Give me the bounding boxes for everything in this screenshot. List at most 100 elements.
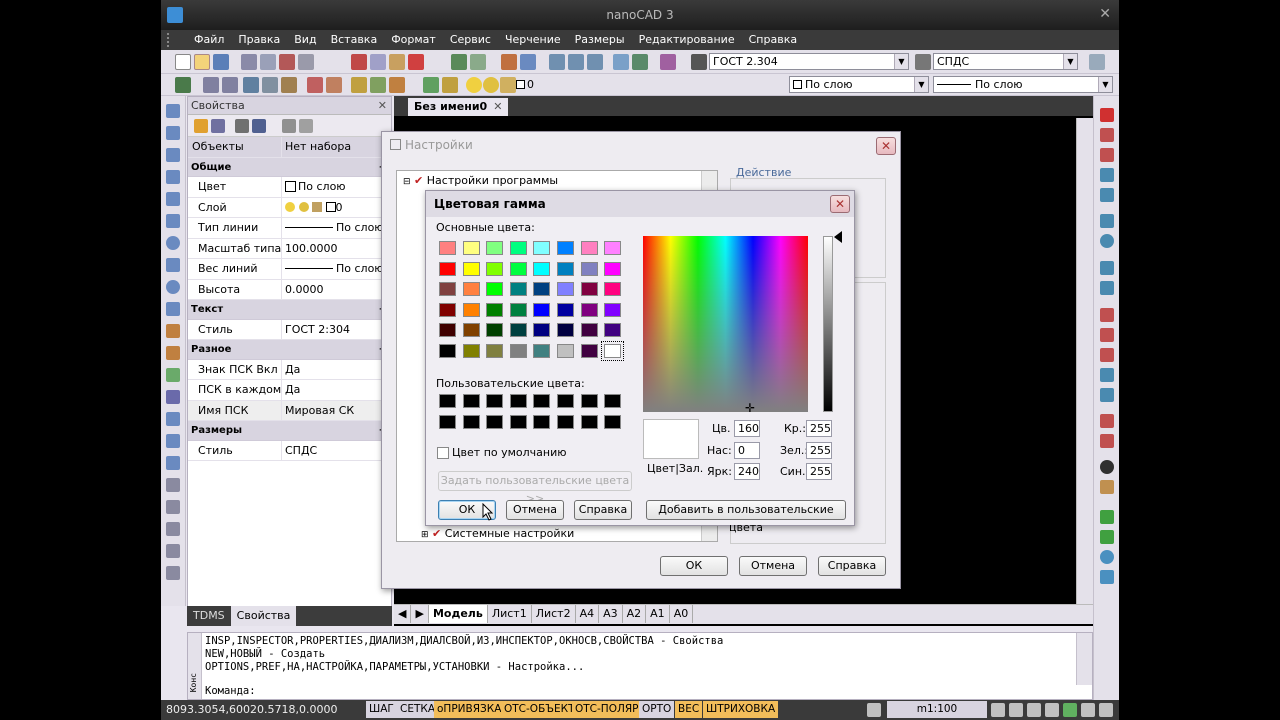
basic-color-swatch[interactable] bbox=[439, 282, 456, 297]
basic-color-swatch[interactable] bbox=[462, 302, 480, 317]
zoom-previous-icon[interactable] bbox=[587, 54, 603, 70]
scroll-right-icon[interactable]: ▶ bbox=[411, 605, 429, 623]
basic-color-swatch[interactable] bbox=[604, 241, 622, 255]
cut-icon[interactable] bbox=[351, 54, 367, 70]
menu-service[interactable]: Сервис bbox=[443, 30, 498, 50]
settings-close-button[interactable]: ✕ bbox=[876, 137, 896, 155]
basic-color-swatch[interactable] bbox=[533, 302, 551, 317]
objects-value[interactable]: Нет набора bbox=[282, 137, 391, 157]
eraser-icon[interactable] bbox=[660, 54, 676, 70]
erase-tool-icon[interactable] bbox=[1100, 108, 1114, 122]
default-color-checkbox[interactable] bbox=[437, 447, 449, 459]
break-tool-icon[interactable] bbox=[1100, 348, 1114, 362]
red-input[interactable]: 255 bbox=[806, 420, 832, 437]
property-value[interactable]: 0.0000 bbox=[282, 280, 391, 300]
ole-tool-icon[interactable] bbox=[166, 522, 180, 536]
sat-input[interactable]: 0 bbox=[734, 442, 760, 459]
property-value[interactable]: ГОСТ 2:304 bbox=[282, 320, 391, 340]
property-row[interactable]: ПСК в каждом ...Да bbox=[188, 380, 391, 401]
chamfer-tool-icon[interactable] bbox=[1100, 388, 1114, 402]
tab-model[interactable]: Модель bbox=[428, 605, 488, 623]
property-row[interactable]: Тип линии По слою bbox=[188, 218, 391, 239]
property-value[interactable]: Да bbox=[282, 380, 391, 400]
spline-tool-icon[interactable] bbox=[166, 258, 180, 272]
basic-color-swatch[interactable] bbox=[509, 261, 527, 276]
basic-color-swatch[interactable] bbox=[601, 341, 625, 361]
ellipse-tool-icon[interactable] bbox=[166, 280, 180, 294]
wipeout-tool-icon[interactable] bbox=[166, 544, 180, 558]
ungroup-tool-icon[interactable] bbox=[1100, 530, 1114, 544]
property-value[interactable]: 0 bbox=[282, 198, 391, 218]
basic-color-swatch[interactable] bbox=[439, 344, 456, 358]
hatch-tool-icon[interactable] bbox=[166, 390, 180, 404]
image-tool-icon[interactable] bbox=[166, 500, 180, 514]
offset-tool-icon[interactable] bbox=[1100, 168, 1114, 182]
basic-color-swatch[interactable] bbox=[509, 282, 527, 297]
custom-color-swatch[interactable] bbox=[557, 415, 574, 429]
gradient-tool-icon[interactable] bbox=[166, 412, 180, 426]
property-value[interactable]: Да bbox=[282, 360, 391, 380]
panel-close-icon[interactable]: ✕ bbox=[378, 97, 387, 115]
basic-color-swatch[interactable] bbox=[533, 241, 551, 255]
vertical-scrollbar[interactable] bbox=[1076, 118, 1093, 604]
join-tool-icon[interactable] bbox=[1100, 368, 1114, 382]
print-icon[interactable] bbox=[241, 54, 257, 70]
basic-color-swatch[interactable] bbox=[604, 302, 622, 317]
define-custom-button[interactable]: Задать пользовательские цвета >> bbox=[438, 471, 632, 505]
basic-color-swatch[interactable] bbox=[533, 282, 551, 297]
basic-color-swatch[interactable] bbox=[439, 302, 456, 317]
basic-color-swatch[interactable] bbox=[604, 282, 622, 297]
property-row[interactable]: Знак ПСК Вкл Да bbox=[188, 359, 391, 380]
custom-color-swatch[interactable] bbox=[509, 415, 527, 429]
polygon-tool-icon[interactable] bbox=[166, 170, 180, 184]
block-icon[interactable] bbox=[351, 77, 367, 93]
basic-color-swatch[interactable] bbox=[580, 241, 598, 255]
property-row[interactable]: Имя ПСК Мировая СК bbox=[188, 400, 391, 421]
basic-color-swatch[interactable] bbox=[604, 323, 622, 338]
scale-select[interactable]: m1:100 bbox=[887, 701, 987, 718]
table-icon[interactable] bbox=[389, 77, 405, 93]
menu-modify[interactable]: Редактирование bbox=[632, 30, 742, 50]
property-row[interactable]: Вес линий По слою bbox=[188, 259, 391, 280]
basic-color-swatch[interactable] bbox=[462, 261, 480, 276]
menu-view[interactable]: Вид bbox=[287, 30, 323, 50]
add-custom-color-button[interactable]: Добавить в пользовательские цвета bbox=[646, 500, 846, 534]
basic-color-swatch[interactable] bbox=[533, 261, 551, 276]
grid-icon[interactable] bbox=[222, 77, 238, 93]
green-input[interactable]: 255 bbox=[806, 442, 832, 459]
chevron-down-icon[interactable]: ▼ bbox=[914, 77, 928, 92]
property-row[interactable]: Цвет По слою bbox=[188, 177, 391, 198]
custom-color-swatch[interactable] bbox=[462, 394, 480, 408]
pan-icon[interactable] bbox=[501, 54, 517, 70]
fullscreen-icon[interactable] bbox=[1099, 703, 1113, 717]
color-close-button[interactable]: ✕ bbox=[830, 195, 850, 213]
property-value[interactable]: 100.0000 bbox=[282, 239, 391, 259]
command-scrollbar[interactable] bbox=[1076, 633, 1092, 685]
basic-color-swatch[interactable] bbox=[604, 261, 622, 276]
color-cancel-button[interactable]: Отмена bbox=[506, 500, 564, 520]
basic-color-swatch[interactable] bbox=[486, 261, 504, 276]
osnap-icon[interactable] bbox=[281, 77, 297, 93]
block-tool-icon[interactable] bbox=[166, 324, 180, 338]
polyline-tool-icon[interactable] bbox=[166, 148, 180, 162]
line-icon[interactable] bbox=[307, 77, 323, 93]
settings-help-button[interactable]: Справка bbox=[818, 556, 886, 576]
ellipse-arc-tool-icon[interactable] bbox=[166, 302, 180, 316]
rotate-tool-icon[interactable] bbox=[1100, 234, 1114, 248]
tab-a4[interactable]: А4 bbox=[576, 605, 600, 623]
layers-manager-icon[interactable] bbox=[175, 77, 191, 93]
basic-color-swatch[interactable] bbox=[580, 261, 598, 276]
hatch-toggle[interactable]: ШТРИХОВКА bbox=[703, 701, 779, 718]
layout-icon[interactable] bbox=[867, 703, 881, 717]
custom-color-swatch[interactable] bbox=[580, 394, 598, 408]
chevron-down-icon[interactable]: ▼ bbox=[894, 54, 908, 69]
menu-insert[interactable]: Вставка bbox=[324, 30, 385, 50]
polyline-icon[interactable] bbox=[326, 77, 342, 93]
copy-icon[interactable] bbox=[370, 54, 386, 70]
command-prompt[interactable]: Команда: bbox=[205, 685, 256, 698]
mtext-tool-icon[interactable] bbox=[166, 478, 180, 492]
basic-color-swatch[interactable] bbox=[557, 241, 574, 255]
custom-color-swatch[interactable] bbox=[533, 415, 551, 429]
blue-input[interactable]: 255 bbox=[806, 463, 832, 480]
new-file-icon[interactable] bbox=[175, 54, 191, 70]
